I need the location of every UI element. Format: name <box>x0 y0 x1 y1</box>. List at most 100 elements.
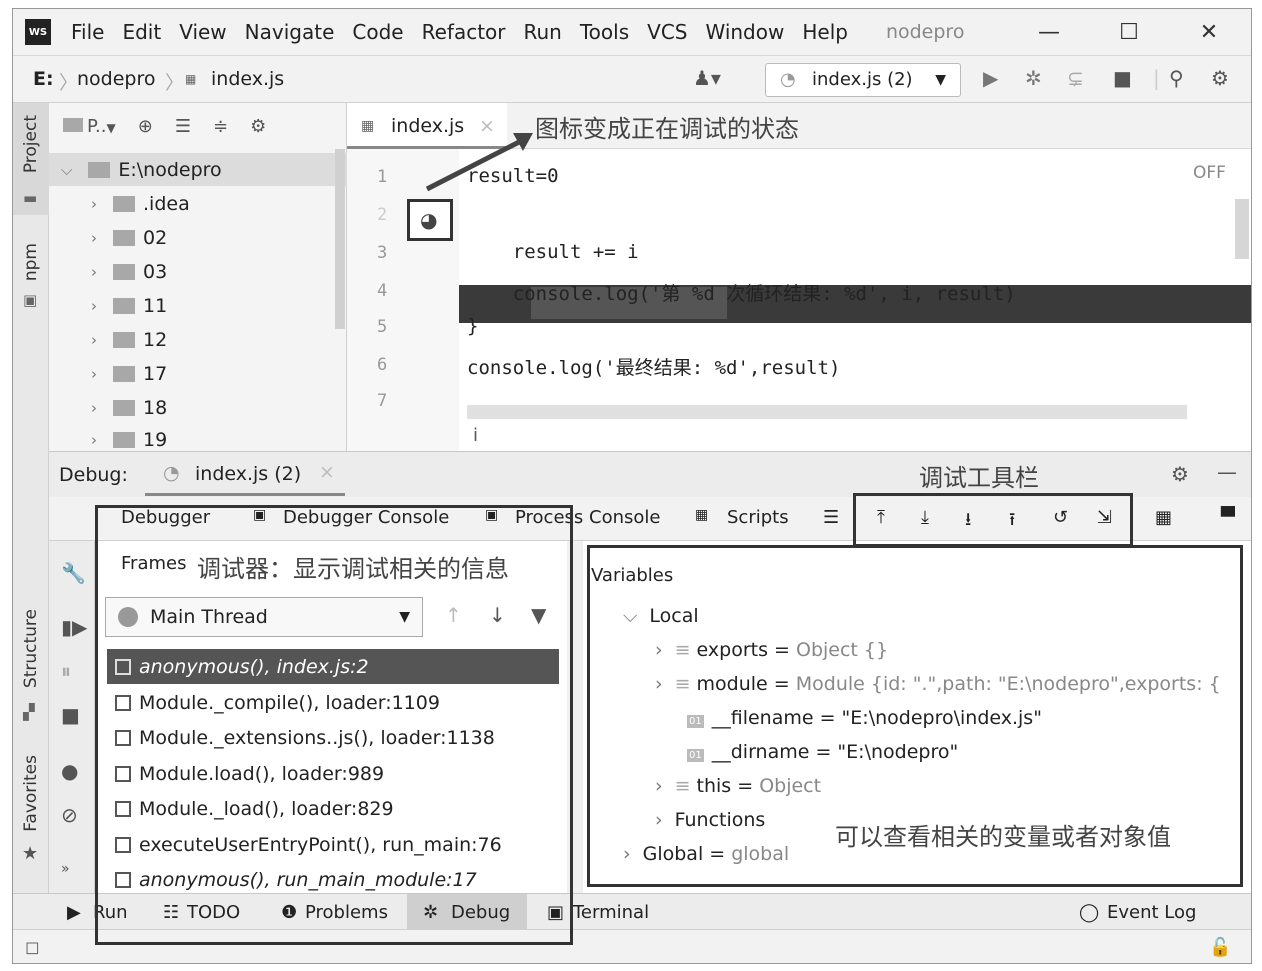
project-toolbar: P..▼ ⊕ ☰ ≑ ⚙ <box>49 103 346 149</box>
tree-item[interactable]: › 03 <box>49 255 167 288</box>
tree-item-label: 18 <box>143 396 168 419</box>
menu-vcs[interactable]: VCS <box>647 20 687 44</box>
inspection-off-label[interactable]: OFF <box>1193 163 1226 183</box>
minimize-button[interactable]: — <box>1019 9 1079 55</box>
debug-breakpoint-box: ◕ <box>407 199 453 241</box>
calculator-icon[interactable]: ▦ <box>1155 507 1172 528</box>
mute-breakpoints-icon[interactable]: ⊘ <box>61 803 78 827</box>
user-icon[interactable]: ♟▾ <box>693 66 721 90</box>
project-view-select[interactable]: P..▼ <box>63 116 116 137</box>
view-breakpoints-icon[interactable]: ● <box>61 759 78 783</box>
caret-down-icon: ▼ <box>935 72 946 88</box>
event-log-tool-button[interactable]: Event Log <box>1107 902 1196 923</box>
tree-item[interactable]: › 12 <box>49 323 167 356</box>
ide-window: WS File Edit View Navigate Code Refactor… <box>12 8 1252 964</box>
js-file-icon: ▦ <box>361 118 375 134</box>
menu-code[interactable]: Code <box>352 20 403 44</box>
menu-edit[interactable]: Edit <box>122 20 161 44</box>
menu-run[interactable]: Run <box>524 20 562 44</box>
tree-item[interactable]: › .idea <box>49 187 190 220</box>
stop-icon[interactable]: ■ <box>61 703 80 727</box>
collapse-all-icon[interactable]: ≑ <box>213 116 228 137</box>
caret-down-icon: ▼ <box>106 120 116 135</box>
lock-icon[interactable]: 🔓 <box>1209 937 1231 958</box>
tree-item[interactable]: › 11 <box>49 289 167 322</box>
search-icon[interactable]: ⚲ <box>1169 66 1184 90</box>
code-line[interactable]: result += i <box>467 241 639 263</box>
layout-icon[interactable]: ▀ <box>1221 507 1235 528</box>
breadcrumb-hint: i <box>473 425 479 446</box>
horizontal-scrollbar[interactable] <box>467 405 1187 419</box>
tree-root[interactable]: ⌵ E:\nodepro <box>49 153 347 186</box>
tree-item[interactable]: › 02 <box>49 221 167 254</box>
debug-session-tab[interactable]: ◔ index.js (2) × <box>145 452 345 496</box>
menu-window[interactable]: Window <box>705 20 784 44</box>
line-number: 2 <box>377 205 388 225</box>
breadcrumb-drive[interactable]: E: <box>33 68 54 90</box>
code-line-current[interactable]: for (i=1;i<=10;i++) { <box>467 203 707 225</box>
breadcrumb-folder[interactable]: nodepro <box>77 68 156 90</box>
settings-icon[interactable]: ⚙ <box>250 116 266 137</box>
npm-tool-button[interactable]: npm <box>21 243 41 281</box>
run-configuration-select[interactable]: ◔ index.js (2) ▼ <box>765 63 961 97</box>
menu-file[interactable]: File <box>71 20 104 44</box>
tab-scripts[interactable]: Scripts <box>727 507 789 528</box>
breakpoint-icon[interactable]: ◕ <box>420 208 437 232</box>
folder-icon <box>63 117 83 132</box>
separator: | <box>1153 66 1160 90</box>
menu-view[interactable]: View <box>179 20 226 44</box>
menu-navigate[interactable]: Navigate <box>245 20 335 44</box>
code-line[interactable]: } <box>467 315 478 337</box>
tree-item[interactable]: › 18 <box>49 391 167 424</box>
vertical-scrollbar[interactable] <box>1235 199 1249 259</box>
code-line[interactable]: console.log('第 %d 次循环结果: %d', i, result) <box>467 279 1016 306</box>
annotation-arrow <box>425 133 533 192</box>
tree-item[interactable]: › 17 <box>49 357 167 390</box>
project-tool-button[interactable]: Project <box>21 115 41 173</box>
debug-header: Debug: ◔ index.js (2) × 调试工具栏 ⚙ — <box>49 451 1251 497</box>
maximize-button[interactable]: ☐ <box>1099 9 1159 55</box>
breadcrumb-file[interactable]: index.js <box>211 68 284 90</box>
expand-all-icon[interactable]: ☰ <box>175 116 191 137</box>
star-icon: ★ <box>22 843 39 864</box>
tree-root-label: E:\nodepro <box>118 158 222 181</box>
structure-tool-button[interactable]: Structure <box>21 609 41 688</box>
chevron-right-icon: › <box>91 364 97 383</box>
chevron-right-icon: 〉 <box>165 72 185 94</box>
folder-icon <box>113 297 135 314</box>
terminal-tool-button[interactable]: Terminal <box>573 902 649 923</box>
coverage-icon[interactable]: ⊊ <box>1067 66 1084 90</box>
event-log-icon: ◯ <box>1079 902 1100 923</box>
pause-icon[interactable]: ⏸ <box>61 659 71 683</box>
more-icon[interactable]: » <box>61 861 70 877</box>
settings-icon[interactable]: ⚙ <box>1211 66 1229 90</box>
close-icon[interactable]: × <box>319 461 335 483</box>
minimize-panel-icon[interactable]: — <box>1217 460 1237 484</box>
wrench-icon[interactable]: 🔧 <box>61 561 86 585</box>
tree-item-label: 11 <box>143 294 168 317</box>
editor: ▦ index.js × 1 2 3 4 5 6 7 ◕ result=0 fo… <box>347 103 1251 451</box>
debug-session-label: index.js (2) <box>195 463 302 485</box>
stop-icon[interactable]: ■ <box>1113 66 1132 90</box>
favorites-tool-button[interactable]: Favorites <box>21 755 41 832</box>
close-button[interactable]: ✕ <box>1179 9 1239 55</box>
chevron-right-icon: › <box>91 330 97 349</box>
line-number: 7 <box>377 391 388 411</box>
line-number: 6 <box>377 355 388 375</box>
resume-icon[interactable]: ▮▶ <box>61 615 87 639</box>
line-number: 1 <box>377 167 388 187</box>
debug-icon[interactable]: ✲ <box>1025 66 1042 90</box>
locate-icon[interactable]: ⊕ <box>138 116 153 137</box>
structure-icon: ▞ <box>23 703 35 721</box>
debugger-highlight-box <box>95 505 573 945</box>
code-line[interactable]: console.log('最终结果: %d',result) <box>467 353 840 380</box>
menu-tools[interactable]: Tools <box>580 20 629 44</box>
run-icon[interactable]: ▶ <box>983 66 998 90</box>
menu-help[interactable]: Help <box>802 20 848 44</box>
menu-refactor[interactable]: Refactor <box>422 20 506 44</box>
settings-icon[interactable]: ⚙ <box>1171 462 1189 486</box>
annotation-debug-toolbar: 调试工具栏 <box>919 464 1039 492</box>
toggle-tool-windows-icon[interactable]: ◻ <box>25 937 40 958</box>
menu-icon[interactable]: ☰ <box>823 507 839 528</box>
scrollbar[interactable] <box>335 149 345 329</box>
